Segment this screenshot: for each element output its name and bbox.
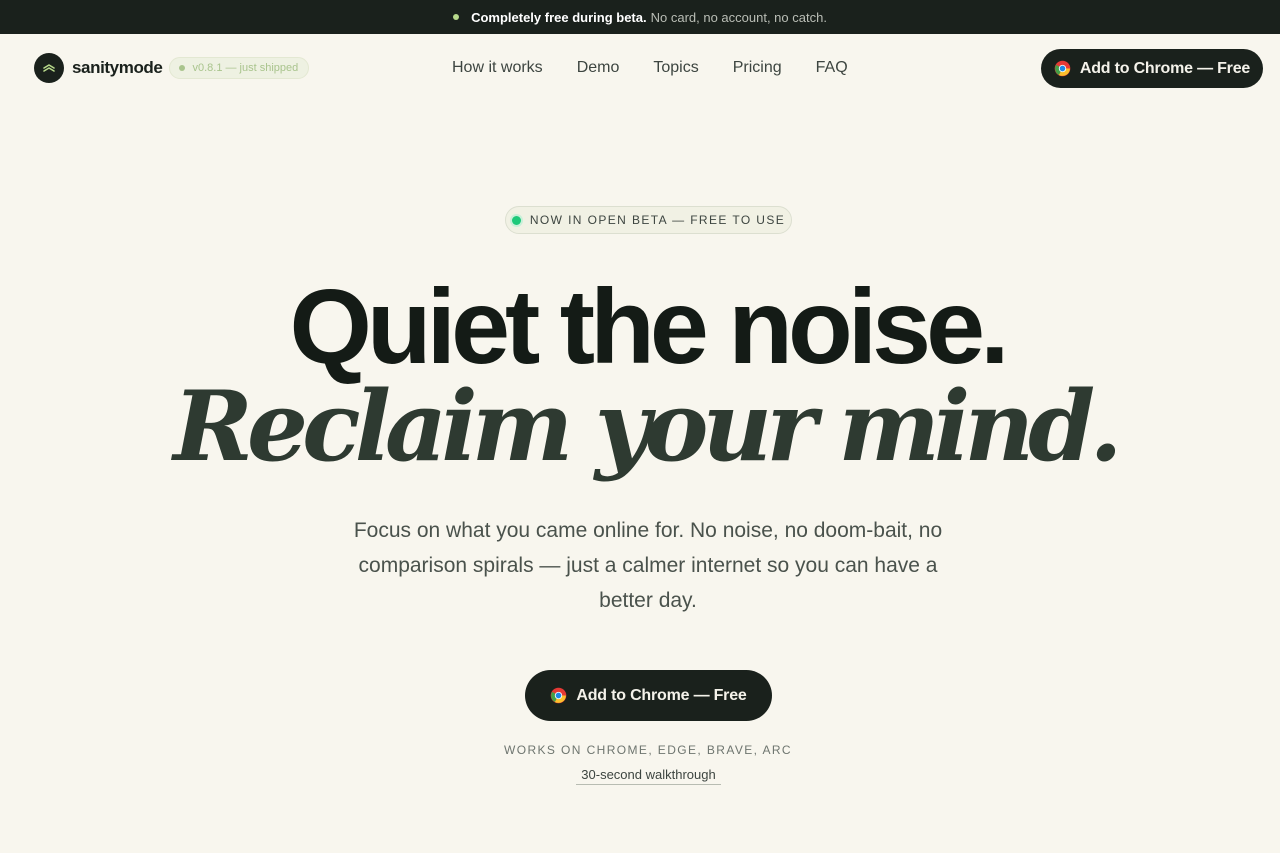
announcement-text: No card, no account, no catch. — [650, 9, 827, 25]
nav-link-demo[interactable]: Demo — [577, 59, 620, 77]
chevron-up-icon — [34, 53, 64, 83]
beta-badge: NOW IN OPEN BETA — FREE TO USE — [505, 206, 792, 234]
nav-cta-label: Add to Chrome — Free — [1079, 59, 1251, 77]
hero-cta-label: Add to Chrome — Free — [576, 686, 747, 704]
hero-subheadline: Reclaim your mind. — [173, 370, 1122, 483]
announcement-dot-icon — [453, 14, 460, 20]
hero-description: Focus on what you came online for. No no… — [353, 519, 943, 612]
beta-badge-label: NOW IN OPEN BETA — FREE TO USE — [529, 213, 786, 227]
version-badge: v0.8.1 — just shipped — [169, 57, 310, 79]
announcement-bold-text: Completely free during beta. — [471, 9, 647, 25]
announcement-bar: Completely free during beta. No card, no… — [0, 0, 1280, 34]
status-dot-icon — [511, 215, 521, 225]
nav-link-how-it-works[interactable]: How it works — [452, 59, 543, 77]
nav-link-pricing[interactable]: Pricing — [733, 59, 782, 77]
hero-add-to-chrome-button[interactable]: Add to Chrome — Free — [525, 670, 772, 721]
top-nav: sanitymode v0.8.1 — just shipped How it … — [0, 34, 1280, 102]
walkthrough-link[interactable]: 30-second walkthrough — [576, 767, 721, 785]
hero-headline: Quiet the noise. — [289, 268, 1009, 386]
chrome-icon — [1054, 60, 1071, 77]
nav-add-to-chrome-button[interactable]: Add to Chrome — Free — [1041, 49, 1263, 88]
nav-link-topics[interactable]: Topics — [653, 59, 698, 77]
chrome-icon — [551, 687, 567, 704]
browser-compatibility: WORKS ON CHROME, EDGE, BRAVE, ARC — [503, 743, 792, 757]
version-dot-icon — [179, 65, 186, 71]
nav-links: How it works Demo Topics Pricing FAQ — [452, 59, 848, 77]
nav-link-faq[interactable]: FAQ — [816, 59, 848, 77]
logo[interactable]: sanitymode v0.8.1 — just shipped — [34, 53, 310, 83]
version-badge-label: v0.8.1 — just shipped — [192, 62, 299, 74]
brand-name: sanitymode — [72, 58, 163, 77]
